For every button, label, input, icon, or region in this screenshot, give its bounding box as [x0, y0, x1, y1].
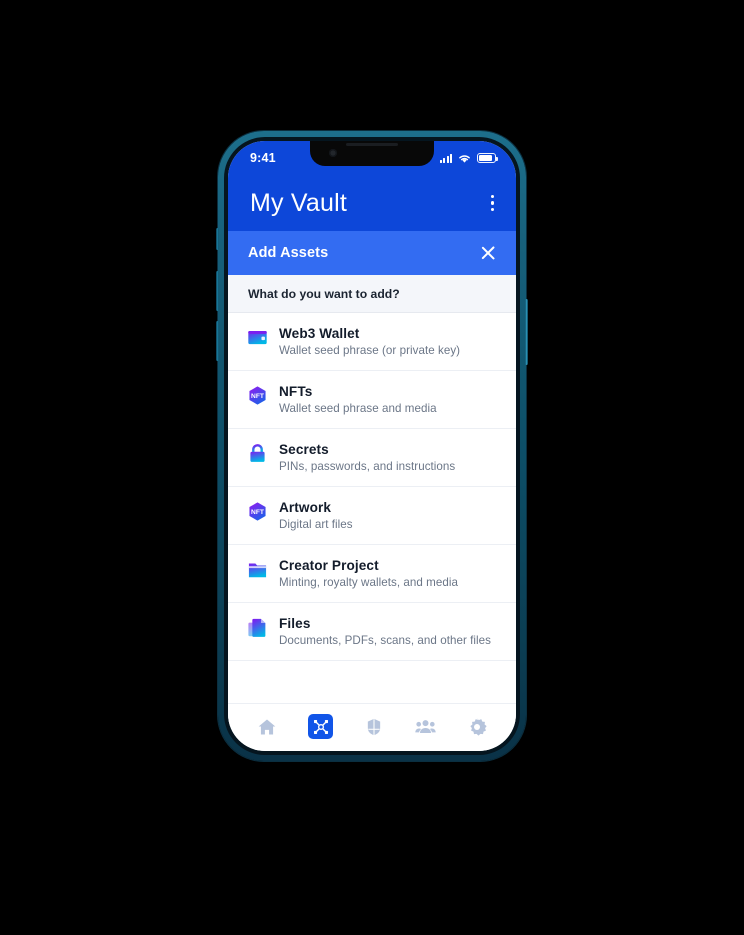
list-item-content: Files Documents, PDFs, scans, and other …: [279, 616, 491, 647]
list-item-subtitle: Wallet seed phrase (or private key): [279, 344, 461, 357]
volume-down-button[interactable]: [216, 321, 219, 361]
list-item-subtitle: Documents, PDFs, scans, and other files: [279, 634, 492, 647]
list-item-title: Secrets: [279, 442, 329, 457]
nav-item-guardian[interactable]: [364, 717, 384, 737]
app-bar: My Vault: [228, 175, 516, 231]
prompt-banner: What do you want to add?: [228, 275, 516, 313]
nft-hexagon-icon: NFT: [247, 385, 268, 406]
power-button[interactable]: [525, 299, 528, 365]
list-item-subtitle: Minting, royalty wallets, and media: [279, 576, 458, 589]
page-title: My Vault: [250, 188, 347, 217]
nft-hexagon-icon: NFT: [247, 501, 268, 522]
status-bar-clock: 9:41: [250, 151, 276, 165]
home-icon: [259, 719, 276, 734]
kebab-menu-icon[interactable]: [487, 189, 498, 218]
list-item-content: Secrets PINs, passwords, and instruction…: [279, 442, 455, 473]
vault-icon: [313, 719, 328, 734]
wifi-icon: [459, 154, 470, 163]
gear-icon: [469, 717, 487, 736]
earpiece-speaker: [346, 142, 398, 146]
shield-helmet-icon: [367, 718, 381, 735]
cellular-bars-icon: [439, 153, 452, 163]
front-camera-icon: [329, 149, 337, 157]
list-item-web3-wallet[interactable]: Web3 Wallet Wallet seed phrase (or priva…: [228, 313, 516, 371]
list-item-creator-project[interactable]: Creator Project Minting, royalty wallets…: [228, 545, 516, 603]
battery-icon: [477, 153, 499, 163]
list-item-title: Creator Project: [279, 558, 379, 573]
list-item-content: Creator Project Minting, royalty wallets…: [279, 558, 458, 589]
volume-up-button[interactable]: [216, 271, 219, 311]
svg-text:NFT: NFT: [251, 509, 264, 516]
list-item-files[interactable]: Files Documents, PDFs, scans, and other …: [228, 603, 516, 661]
documents-stack-icon: [247, 617, 268, 638]
list-item-title: NFTs: [279, 384, 313, 399]
lock-icon: [247, 443, 268, 464]
wallet-icon: [247, 327, 268, 348]
list-item-content: Web3 Wallet Wallet seed phrase (or priva…: [279, 326, 460, 357]
screenshot-stage: 9:41 My Vault Add Assets What do you wan…: [0, 0, 744, 935]
list-item-content: NFTs Wallet seed phrase and media: [279, 384, 437, 415]
list-item-title: Artwork: [279, 500, 332, 515]
phone-device-frame: 9:41 My Vault Add Assets What do you wan…: [216, 131, 528, 761]
folder-icon: [247, 559, 268, 580]
list-item-content: Artwork Digital art files: [279, 500, 353, 531]
list-item-title: Web3 Wallet: [279, 326, 360, 341]
mute-switch-button[interactable]: [216, 228, 219, 250]
close-icon[interactable]: [478, 243, 498, 263]
list-item-subtitle: Wallet seed phrase and media: [279, 402, 437, 415]
nav-item-settings[interactable]: [467, 717, 487, 737]
svg-text:NFT: NFT: [251, 393, 264, 400]
status-bar-indicators: [439, 153, 499, 164]
list-item-nfts[interactable]: NFT NFTs Wallet seed phrase and media: [228, 371, 516, 429]
asset-options-list: Web3 Wallet Wallet seed phrase (or priva…: [228, 313, 516, 703]
active-nav-indicator: [308, 714, 334, 739]
nav-item-home[interactable]: [257, 717, 277, 737]
bottom-navigation-bar: [228, 703, 516, 751]
people-icon: [415, 719, 436, 733]
phone-bezel: 9:41 My Vault Add Assets What do you wan…: [224, 137, 520, 755]
add-assets-title: Add Assets: [248, 245, 329, 261]
add-assets-header: Add Assets: [228, 231, 516, 275]
list-item-secrets[interactable]: Secrets PINs, passwords, and instruction…: [228, 429, 516, 487]
nav-item-people[interactable]: [415, 717, 436, 737]
prompt-text: What do you want to add?: [248, 286, 400, 301]
list-item-title: Files: [279, 616, 311, 631]
phone-screen: 9:41 My Vault Add Assets What do you wan…: [228, 141, 516, 751]
nav-item-vault[interactable]: [308, 714, 334, 739]
list-item-artwork[interactable]: NFT Artwork Digital art files: [228, 487, 516, 545]
list-item-subtitle: Digital art files: [279, 518, 353, 531]
list-item-subtitle: PINs, passwords, and instructions: [279, 460, 456, 473]
